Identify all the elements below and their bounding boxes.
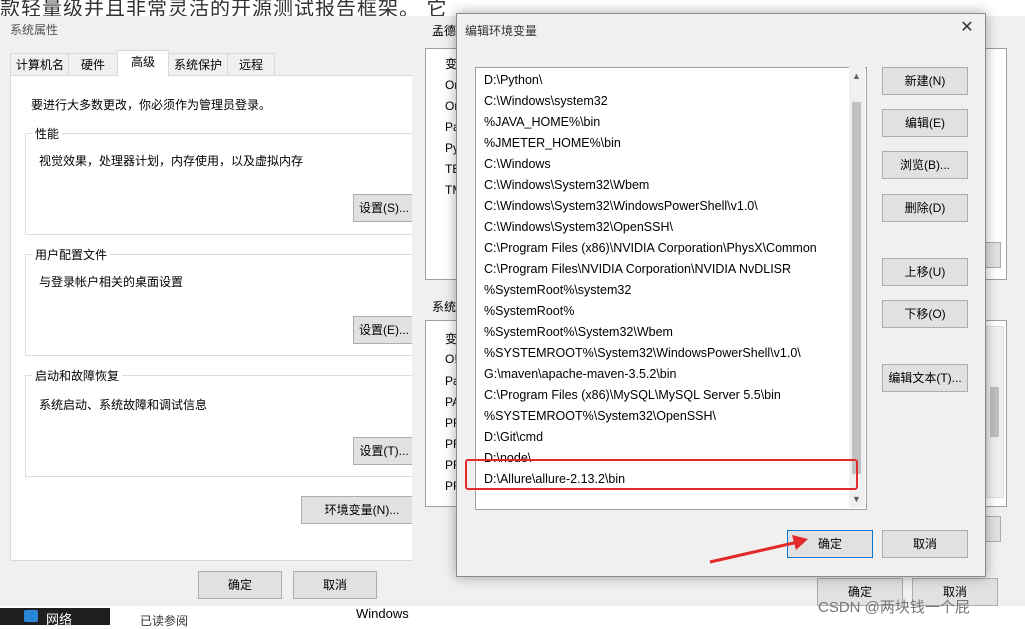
edit-text-button[interactable]: 编辑文本(T)... [882, 364, 968, 392]
tab-computer-name[interactable]: 计算机名 [10, 53, 70, 76]
scroll-up-arrow-icon[interactable]: ▲ [852, 71, 861, 81]
path-item[interactable]: D:\Git\cmd [484, 427, 543, 448]
system-properties-cancel-button[interactable]: 取消 [293, 571, 377, 599]
scroll-down-arrow-icon[interactable]: ▼ [852, 494, 861, 504]
system-properties-title: 系统属性 [10, 23, 59, 37]
browse-button[interactable]: 浏览(B)... [882, 151, 968, 179]
user-profiles-settings-button[interactable]: 设置(E)... [353, 316, 415, 344]
system-variables-scrollbar[interactable] [986, 326, 1004, 498]
windows-label: Windows [356, 606, 409, 621]
close-icon[interactable]: ✕ [957, 18, 977, 38]
path-item[interactable]: %SystemRoot%\system32 [484, 280, 631, 301]
user-variables-label: 孟德 [432, 24, 457, 38]
path-item[interactable]: %SYSTEMROOT%\System32\OpenSSH\ [484, 406, 716, 427]
csdn-watermark: CSDN @两块钱一个屁 [818, 599, 970, 616]
tab-remote[interactable]: 远程 [227, 53, 275, 76]
path-item[interactable]: C:\Program Files (x86)\MySQL\MySQL Serve… [484, 385, 781, 406]
selected-path-highlight [465, 459, 858, 490]
edit-env-cancel-button[interactable]: 取消 [882, 530, 968, 558]
system-properties-ok-button[interactable]: 确定 [198, 571, 282, 599]
advanced-tab-panel: 要进行大多数更改，你必须作为管理员登录。 性能 视觉效果，处理器计划，内存使用，… [10, 75, 423, 561]
performance-text: 视觉效果，处理器计划，内存使用，以及虚拟内存 [39, 154, 304, 168]
startup-recovery-title: 启动和故障恢复 [32, 367, 123, 384]
path-item[interactable]: C:\Windows [484, 154, 551, 175]
new-button[interactable]: 新建(N) [882, 67, 968, 95]
edit-button[interactable]: 编辑(E) [882, 109, 968, 137]
network-icon [24, 610, 38, 622]
path-item[interactable]: D:\Python\ [484, 70, 542, 91]
path-item[interactable]: C:\Program Files\NVIDIA Corporation\NVID… [484, 259, 791, 280]
tab-system-protection[interactable]: 系统保护 [167, 53, 229, 76]
delete-button[interactable]: 删除(D) [882, 194, 968, 222]
system-variables-scroll-thumb[interactable] [990, 387, 999, 437]
performance-title: 性能 [32, 125, 63, 142]
path-item[interactable]: C:\Program Files (x86)\NVIDIA Corporatio… [484, 238, 817, 259]
path-item[interactable]: G:\maven\apache-maven-3.5.2\bin [484, 364, 676, 385]
path-list[interactable]: D:\Python\ C:\Windows\system32 %JAVA_HOM… [475, 67, 867, 510]
path-item[interactable]: C:\Windows\System32\WindowsPowerShell\v1… [484, 196, 758, 217]
network-taskbar-item[interactable]: 网络 [0, 608, 110, 627]
environment-variables-button[interactable]: 环境变量(N)... [301, 496, 423, 524]
edit-environment-variable-dialog: 编辑环境变量 ✕ D:\Python\ C:\Windows\system32 … [456, 13, 986, 577]
tab-hardware[interactable]: 硬件 [68, 53, 118, 76]
admin-note: 要进行大多数更改，你必须作为管理员登录。 [31, 98, 272, 112]
performance-settings-button[interactable]: 设置(S)... [353, 194, 415, 222]
path-item[interactable]: %SYSTEMROOT%\System32\WindowsPowerShell\… [484, 343, 801, 364]
system-properties-dialog: 系统属性 计算机名 硬件 高级 系统保护 远程 要进行大多数更改，你必须作为管理… [0, 16, 423, 606]
path-item[interactable]: C:\Windows\System32\OpenSSH\ [484, 217, 673, 238]
path-item[interactable]: C:\Windows\System32\Wbem [484, 175, 649, 196]
move-down-button[interactable]: 下移(O) [882, 300, 968, 328]
tab-advanced[interactable]: 高级 [117, 50, 169, 77]
system-variables-label: 系统 [432, 300, 457, 314]
startup-recovery-settings-button[interactable]: 设置(T)... [353, 437, 415, 465]
path-item[interactable]: %SystemRoot% [484, 301, 574, 322]
path-item[interactable]: %JAVA_HOME%\bin [484, 112, 600, 133]
path-item[interactable]: %JMETER_HOME%\bin [484, 133, 621, 154]
bottom-text: 已读参阅 [140, 614, 189, 628]
user-profiles-text: 与登录帐户相关的桌面设置 [39, 275, 184, 289]
path-item[interactable]: C:\Windows\system32 [484, 91, 608, 112]
user-profiles-title: 用户配置文件 [32, 246, 111, 263]
red-arrow-annotation [709, 535, 808, 564]
startup-recovery-text: 系统启动、系统故障和调试信息 [39, 398, 208, 412]
path-list-scroll-thumb[interactable] [852, 102, 861, 474]
path-item[interactable]: %SystemRoot%\System32\Wbem [484, 322, 673, 343]
edit-env-dialog-title: 编辑环境变量 [465, 24, 538, 38]
move-up-button[interactable]: 上移(U) [882, 258, 968, 286]
